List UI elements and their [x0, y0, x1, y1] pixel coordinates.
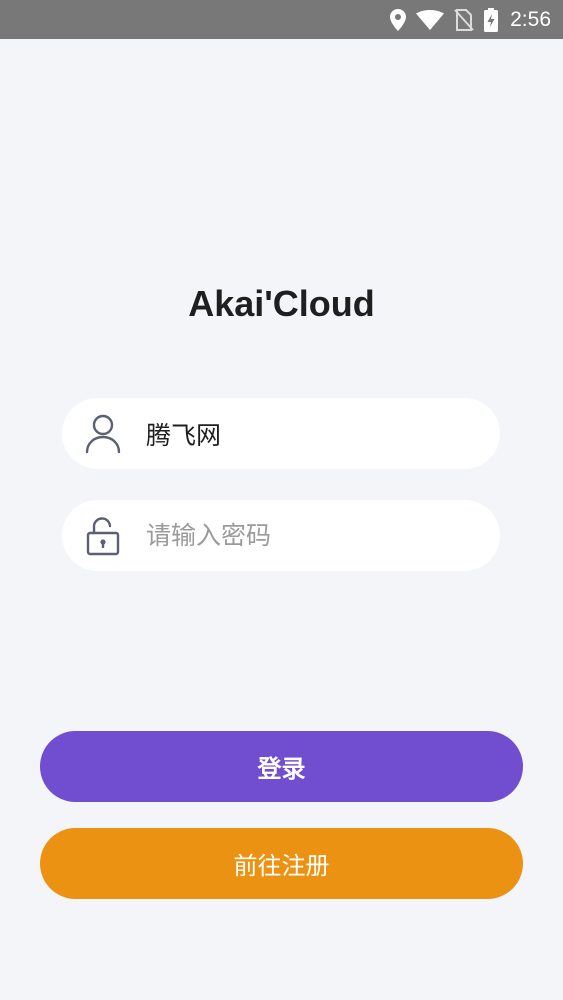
status-icons: 2:56: [390, 0, 551, 39]
username-input[interactable]: [146, 419, 466, 448]
password-input[interactable]: [146, 521, 466, 550]
status-time: 2:56: [510, 7, 551, 31]
no-sim-icon: [454, 8, 474, 31]
password-field[interactable]: [62, 500, 500, 571]
register-button[interactable]: 前往注册: [40, 828, 523, 899]
battery-charging-icon: [484, 7, 499, 32]
wifi-icon: [416, 9, 445, 30]
app-title: Akai'Cloud: [188, 283, 375, 324]
location-icon: [390, 8, 407, 31]
username-field[interactable]: [62, 398, 500, 469]
unlock-icon: [84, 516, 122, 556]
user-icon: [84, 414, 122, 454]
login-button[interactable]: 登录: [40, 731, 523, 802]
status-bar: 2:56: [0, 0, 563, 39]
